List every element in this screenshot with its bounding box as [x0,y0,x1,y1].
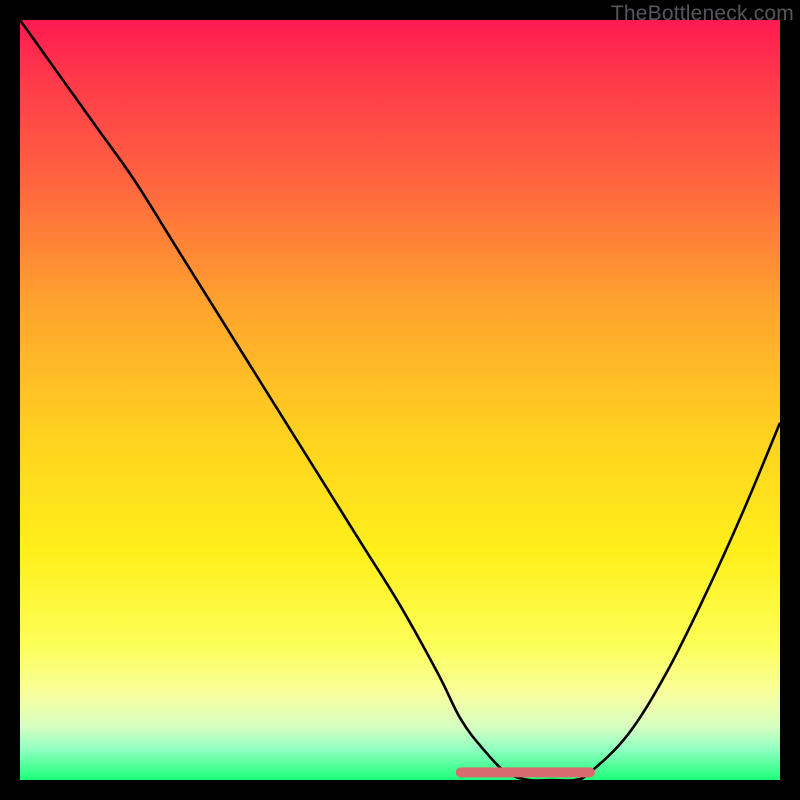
plot-area [20,20,780,780]
watermark-text: TheBottleneck.com [611,2,794,26]
bottleneck-curve-path [20,20,780,780]
bottleneck-curve-svg [20,20,780,780]
chart-frame: TheBottleneck.com [0,0,800,800]
